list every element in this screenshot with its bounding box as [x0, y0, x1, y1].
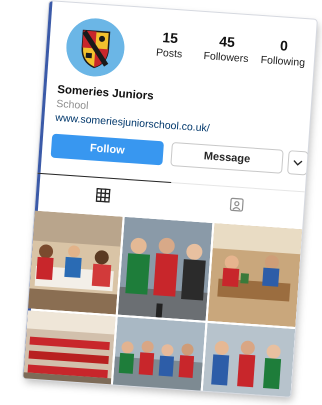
tagged-icon	[229, 197, 244, 212]
follow-button[interactable]: Follow	[50, 133, 165, 166]
tab-posts-grid[interactable]	[35, 172, 172, 217]
school-crest-icon	[66, 18, 125, 77]
post-thumbnail[interactable]	[23, 310, 116, 387]
post-thumbnail[interactable]	[28, 210, 123, 315]
more-options-button[interactable]	[287, 150, 309, 176]
post-photo-party-hall	[28, 210, 123, 315]
post-thumbnail[interactable]	[112, 316, 206, 393]
grid-icon	[95, 187, 111, 203]
posts-stat[interactable]: 15 Posts	[141, 28, 199, 62]
following-stat[interactable]: 0 Following	[255, 36, 313, 70]
post-thumbnail[interactable]	[202, 322, 296, 397]
post-photo-classroom-kids	[207, 223, 303, 328]
tab-tagged[interactable]	[169, 183, 305, 226]
posts-label: Posts	[155, 46, 183, 61]
post-thumbnail[interactable]	[207, 223, 303, 328]
post-thumbnail[interactable]	[117, 216, 213, 321]
screenshot-stage: 15 Posts 45 Followers 0 Following Someri…	[0, 0, 322, 405]
posts-count: 15	[161, 29, 179, 47]
profile-category: School	[55, 97, 89, 113]
following-label: Following	[260, 54, 306, 70]
post-photo-group-outdoor	[112, 316, 206, 393]
followers-label: Followers	[203, 50, 249, 66]
posts-grid	[23, 210, 303, 397]
avatar[interactable]	[64, 16, 127, 79]
followers-count: 45	[218, 33, 236, 51]
message-button[interactable]: Message	[170, 141, 284, 174]
profile-stats: 15 Posts 45 Followers 0 Following	[141, 28, 313, 70]
following-count: 0	[279, 37, 289, 54]
profile-card: 15 Posts 45 Followers 0 Following Someri…	[23, 1, 317, 397]
chevron-down-icon	[293, 160, 303, 166]
post-photo-dining-hall	[23, 310, 116, 387]
post-photo-children-jumpers	[202, 322, 296, 397]
followers-stat[interactable]: 45 Followers	[198, 32, 256, 66]
post-photo-christmas-jumpers	[117, 216, 213, 321]
profile-website-link[interactable]: www.someriesjuniorschool.co.uk/	[55, 112, 210, 135]
